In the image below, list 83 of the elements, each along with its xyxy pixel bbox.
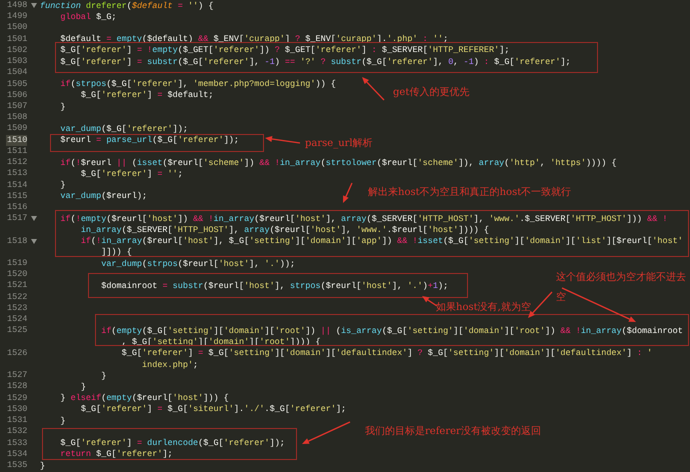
code-line: ]])) { — [101, 248, 132, 256]
code-line: } — [101, 372, 106, 380]
line-number: 1517 — [6, 213, 27, 224]
code-line: function dreferer($default = '') { — [40, 2, 214, 10]
code-line: $_G['referer'] = $_G['setting']['domain']['defaultindex'] ? $_G['setting']['domain']['defaultindex'] : ' — [122, 349, 652, 358]
code-line: $_G['referer'] = ''; — [80, 170, 183, 178]
fold-arrow-icon[interactable] — [31, 3, 37, 8]
annotation-note: 这个值必须也为空才能不进去 — [556, 272, 686, 284]
line-number: 1533 — [6, 438, 27, 449]
line-number: 1520 — [6, 269, 27, 280]
code-line: $domainroot = substr($reurl['host'], strpos($reurl['host'], '.')+1); — [101, 282, 448, 290]
code-line: } — [40, 462, 46, 470]
code-line: if(!in_array($reurl['host'], $_G['setting']['domain']['app']) && !isset($_G['setting']['domain']['list'][$reurl['host' — [80, 237, 683, 246]
line-number: 1505 — [6, 78, 27, 90]
line-number: 1518 — [6, 236, 27, 247]
line-number: 1498 — [6, 0, 27, 12]
code-line: global $_G; — [60, 12, 117, 21]
line-number: 1513 — [6, 168, 27, 180]
line-number: 1502 — [6, 44, 27, 56]
code-line: } — [60, 416, 66, 425]
line-number: 1522 — [6, 292, 27, 303]
line-number: 1499 — [6, 11, 27, 22]
code-line: if(strpos($_G['referer'], 'member.php?mod=logging')) { — [60, 80, 336, 88]
line-number: 1510 — [6, 134, 27, 146]
annotation-note: 如果host没有,就为空 — [436, 302, 531, 314]
line-number: 1531 — [6, 415, 27, 426]
code-line: if(empty($_G['setting']['domain']['root']) || (is_array($_G['setting']['domain']['root']) && !in_array($domainroot — [101, 326, 683, 335]
line-number: 1526 — [6, 348, 27, 359]
line-number: 1532 — [6, 426, 27, 438]
code-line: in_array($_SERVER['HTTP_HOST'], array($reurl['host'], 'www.'.$reurl['host']))) { — [80, 226, 489, 234]
code-line: var_dump(strpos($reurl['host'], '.')); — [101, 260, 296, 268]
line-number: 1515 — [6, 190, 27, 202]
arrow — [302, 421, 350, 444]
code-line: } elseif(empty($reurl['host'])) { — [60, 394, 229, 402]
code-line: $_G['referer'] = substr($_G['referer'], -1) == '?' ? substr($_G['referer'], 0, -1) : $_G['referer']; — [60, 58, 571, 66]
line-number: 1504 — [6, 67, 27, 79]
line-number: 1516 — [6, 202, 27, 214]
line-number: 1535 — [6, 460, 27, 472]
arrow — [265, 136, 300, 144]
line-number: 1529 — [6, 392, 27, 404]
fold-arrow-icon[interactable] — [31, 216, 37, 222]
code-line: $reurl = parse_url($_G['referer']); — [60, 136, 239, 144]
line-number: 1509 — [6, 123, 27, 135]
line-number: 1525 — [6, 325, 27, 337]
annotation-note: 我们的目标是referer没有被改变的返回 — [365, 426, 541, 438]
code-line: } — [60, 181, 66, 190]
code-line: index.php'; — [142, 360, 198, 369]
line-number: 1506 — [6, 90, 27, 101]
line-number: 1503 — [6, 56, 27, 68]
code-line: $_G['referer'] = durlencode($_G['referer']); — [60, 439, 285, 448]
line-number: 1500 — [6, 22, 27, 34]
line-number: 1524 — [6, 314, 27, 326]
annotation-note: parse_url解析 — [305, 138, 373, 150]
annotation-note: get传入的更优先 — [393, 87, 470, 99]
code-line: $_G['referer'] = $_G['siteurl'].'./'.$_G['referer']; — [80, 405, 346, 414]
line-number: 1521 — [6, 280, 27, 292]
code-line: if(!$reurl || (isset($reurl['scheme']) && !in_array(strtolower($reurl['scheme']), array('http', 'https')))) { — [60, 158, 617, 167]
line-number: 1534 — [6, 448, 27, 460]
code-line: $_G['referer'] = $default; — [80, 91, 214, 100]
code-line: } — [60, 102, 66, 111]
annotation-note: 空 — [556, 292, 566, 304]
line-number: 1508 — [6, 112, 27, 124]
line-number: 1511 — [6, 146, 27, 158]
code-line: var_dump($reurl); — [60, 192, 148, 200]
code-line: } — [80, 383, 86, 392]
arrow — [362, 77, 384, 100]
line-number: 1523 — [6, 302, 27, 314]
line-number: 1528 — [6, 381, 27, 393]
line-number: 1507 — [6, 100, 27, 112]
arrow — [422, 296, 438, 307]
fold-arrow-icon[interactable] — [31, 238, 37, 244]
code-line: var_dump($_G['referer']); — [60, 125, 188, 134]
line-number: 1501 — [6, 34, 27, 45]
code-line: $_G['referer'] = !empty($_GET['referer']) ? $_GET['referer'] : $_SERVER['HTTP_REFERER']; — [60, 46, 510, 54]
line-number: 1514 — [6, 180, 27, 191]
code-line: return $_G['referer']; — [60, 450, 173, 458]
arrow — [343, 182, 353, 203]
line-number: 1519 — [6, 258, 27, 270]
code-line: if(!empty($reurl['host']) && !in_array($reurl['host'], array($_SERVER['HTTP_HOST'], 'www.'.$_SERVER['HTTP_HOST'])) && ! — [60, 214, 668, 223]
line-number: 1527 — [6, 370, 27, 382]
line-number: 1512 — [6, 157, 27, 168]
annotation-note: 解出来host不为空且和真正的host不一致就行 — [368, 187, 572, 199]
line-number: 1530 — [6, 404, 27, 416]
